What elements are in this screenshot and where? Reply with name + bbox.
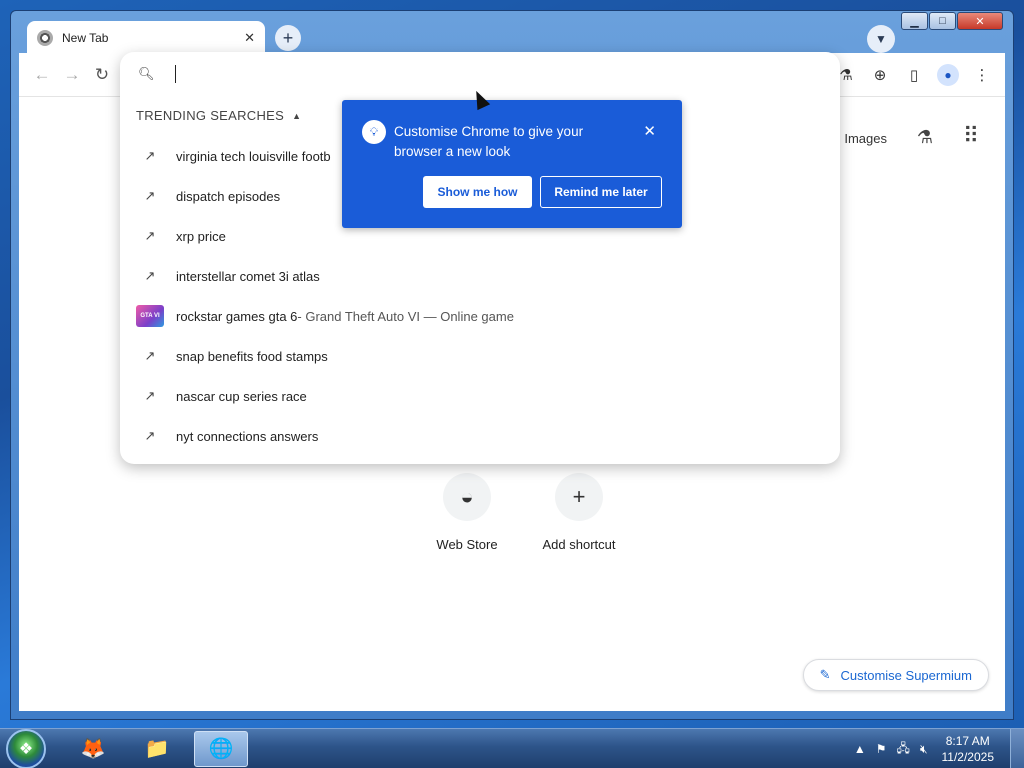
profile-icon: ● [937, 64, 959, 86]
new-tab-button[interactable]: + [275, 25, 301, 51]
trending-icon: ↗ [144, 348, 156, 363]
images-link[interactable]: Images [844, 131, 887, 146]
suggestion-item[interactable]: ↗ interstellar comet 3i atlas [120, 256, 840, 296]
network-icon[interactable]: 🖧 [897, 739, 910, 760]
tab-search-button[interactable]: ▼ [867, 25, 895, 53]
show-desktop-button[interactable] [1010, 729, 1024, 768]
text-caret [174, 65, 176, 83]
shortcut-label: Add shortcut [542, 537, 616, 552]
shortcut-web-store[interactable]: ◒ Web Store [417, 473, 517, 552]
trending-icon: ↗ [144, 188, 156, 203]
taskbar: ❖ 🦊 📁 🌐 ▲ ⚑ 🖧 🔇︎ 8:17 AM 11/2/2025 [0, 728, 1024, 768]
suggestion-item[interactable]: ↗ nascar cup series race [120, 376, 840, 416]
system-tray: ▲ ⚑ 🖧 🔇︎ 8:17 AM 11/2/2025 [854, 729, 1024, 768]
trending-header-label: TRENDING SEARCHES [136, 108, 285, 123]
start-orb-icon[interactable]: ❖ [6, 728, 46, 768]
lightbulb-icon: 💡︎ [362, 120, 386, 144]
profile-button[interactable]: ● [933, 60, 963, 90]
shortcut-label: Web Store [436, 537, 498, 552]
customise-chrome-promo: 💡︎ Customise Chrome to give your browser… [342, 100, 682, 228]
web-store-icon: ◒ [443, 473, 491, 521]
gta6-thumbnail-icon: GTA VI [136, 305, 164, 327]
pencil-icon: ✎ [819, 667, 831, 682]
customise-supermium-button[interactable]: ✎ Customise Supermium [802, 659, 989, 691]
download-icon[interactable]: ⊕ [865, 60, 895, 90]
side-panel-icon[interactable]: ▯ [899, 60, 929, 90]
shortcut-add[interactable]: + Add shortcut [529, 473, 629, 552]
back-icon[interactable]: ← [27, 60, 57, 90]
trending-icon: ↗ [144, 148, 156, 163]
browser-taskbar-icon[interactable]: 🌐 [194, 730, 248, 767]
suggestion-text: rockstar games gta 6 [176, 308, 298, 324]
media-app-icon[interactable]: 🦊 [66, 731, 120, 767]
customise-label: Customise Supermium [840, 667, 973, 683]
suggestion-text: virginia tech louisville footb [176, 148, 331, 164]
trending-icon: ↗ [144, 428, 156, 443]
apps-grid-icon[interactable]: ⠿ [963, 123, 979, 149]
search-icon: 🔍︎ [138, 66, 155, 81]
action-center-icon[interactable]: ⚑ [876, 742, 887, 756]
toolbar-right: ⚗ ⊕ ▯ ● ⋮ [831, 60, 997, 90]
tab-new-tab[interactable]: New Tab ✕ [27, 21, 265, 55]
promo-close-icon[interactable]: ✕ [643, 122, 656, 140]
suggestion-item[interactable]: GTA VI rockstar games gta 6 - Grand Theft… [120, 296, 840, 336]
trending-icon: ↗ [144, 228, 156, 243]
volume-muted-icon[interactable]: 🔇︎ [920, 742, 928, 757]
show-me-how-button[interactable]: Show me how [423, 176, 532, 208]
chrome-favicon-icon [37, 30, 53, 46]
labs-flask-icon[interactable]: ⚗ [917, 127, 933, 148]
trending-header[interactable]: TRENDING SEARCHES ▲ [136, 108, 301, 123]
file-explorer-icon[interactable]: 📁 [130, 731, 184, 767]
suggestion-text: interstellar comet 3i atlas [176, 268, 320, 284]
trending-icon: ↗ [144, 388, 156, 403]
reload-icon[interactable]: ↻ [87, 60, 117, 90]
tab-close-icon[interactable]: ✕ [244, 30, 255, 46]
remind-me-later-button[interactable]: Remind me later [540, 176, 662, 208]
suggestion-text: nascar cup series race [176, 388, 307, 404]
suggestion-text: snap benefits food stamps [176, 348, 328, 364]
tray-expand-icon[interactable]: ▲ [854, 742, 866, 756]
suggestion-text: dispatch episodes [176, 188, 281, 204]
tab-strip: New Tab ✕ + ▼ [19, 19, 1005, 55]
suggestion-item[interactable]: ↗ nyt connections answers [120, 416, 840, 456]
menu-icon[interactable]: ⋮ [967, 60, 997, 90]
caret-up-icon: ▲ [292, 110, 302, 121]
suggestion-item[interactable]: ↗ snap benefits food stamps [120, 336, 840, 376]
tab-title: New Tab [62, 31, 109, 45]
forward-icon[interactable]: → [57, 60, 87, 90]
plus-icon: + [555, 473, 603, 521]
promo-text: Customise Chrome to give your browser a … [394, 124, 584, 159]
clock-date: 11/2/2025 [941, 750, 995, 764]
clock[interactable]: 8:17 AM 11/2/2025 [942, 733, 995, 765]
clock-time: 8:17 AM [945, 734, 990, 748]
suggestion-text: xrp price [176, 228, 226, 244]
suggestion-text: nyt connections answers [176, 428, 319, 444]
trending-icon: ↗ [144, 268, 156, 283]
suggestion-detail: - Grand Theft Auto VI — Online game [297, 308, 514, 324]
